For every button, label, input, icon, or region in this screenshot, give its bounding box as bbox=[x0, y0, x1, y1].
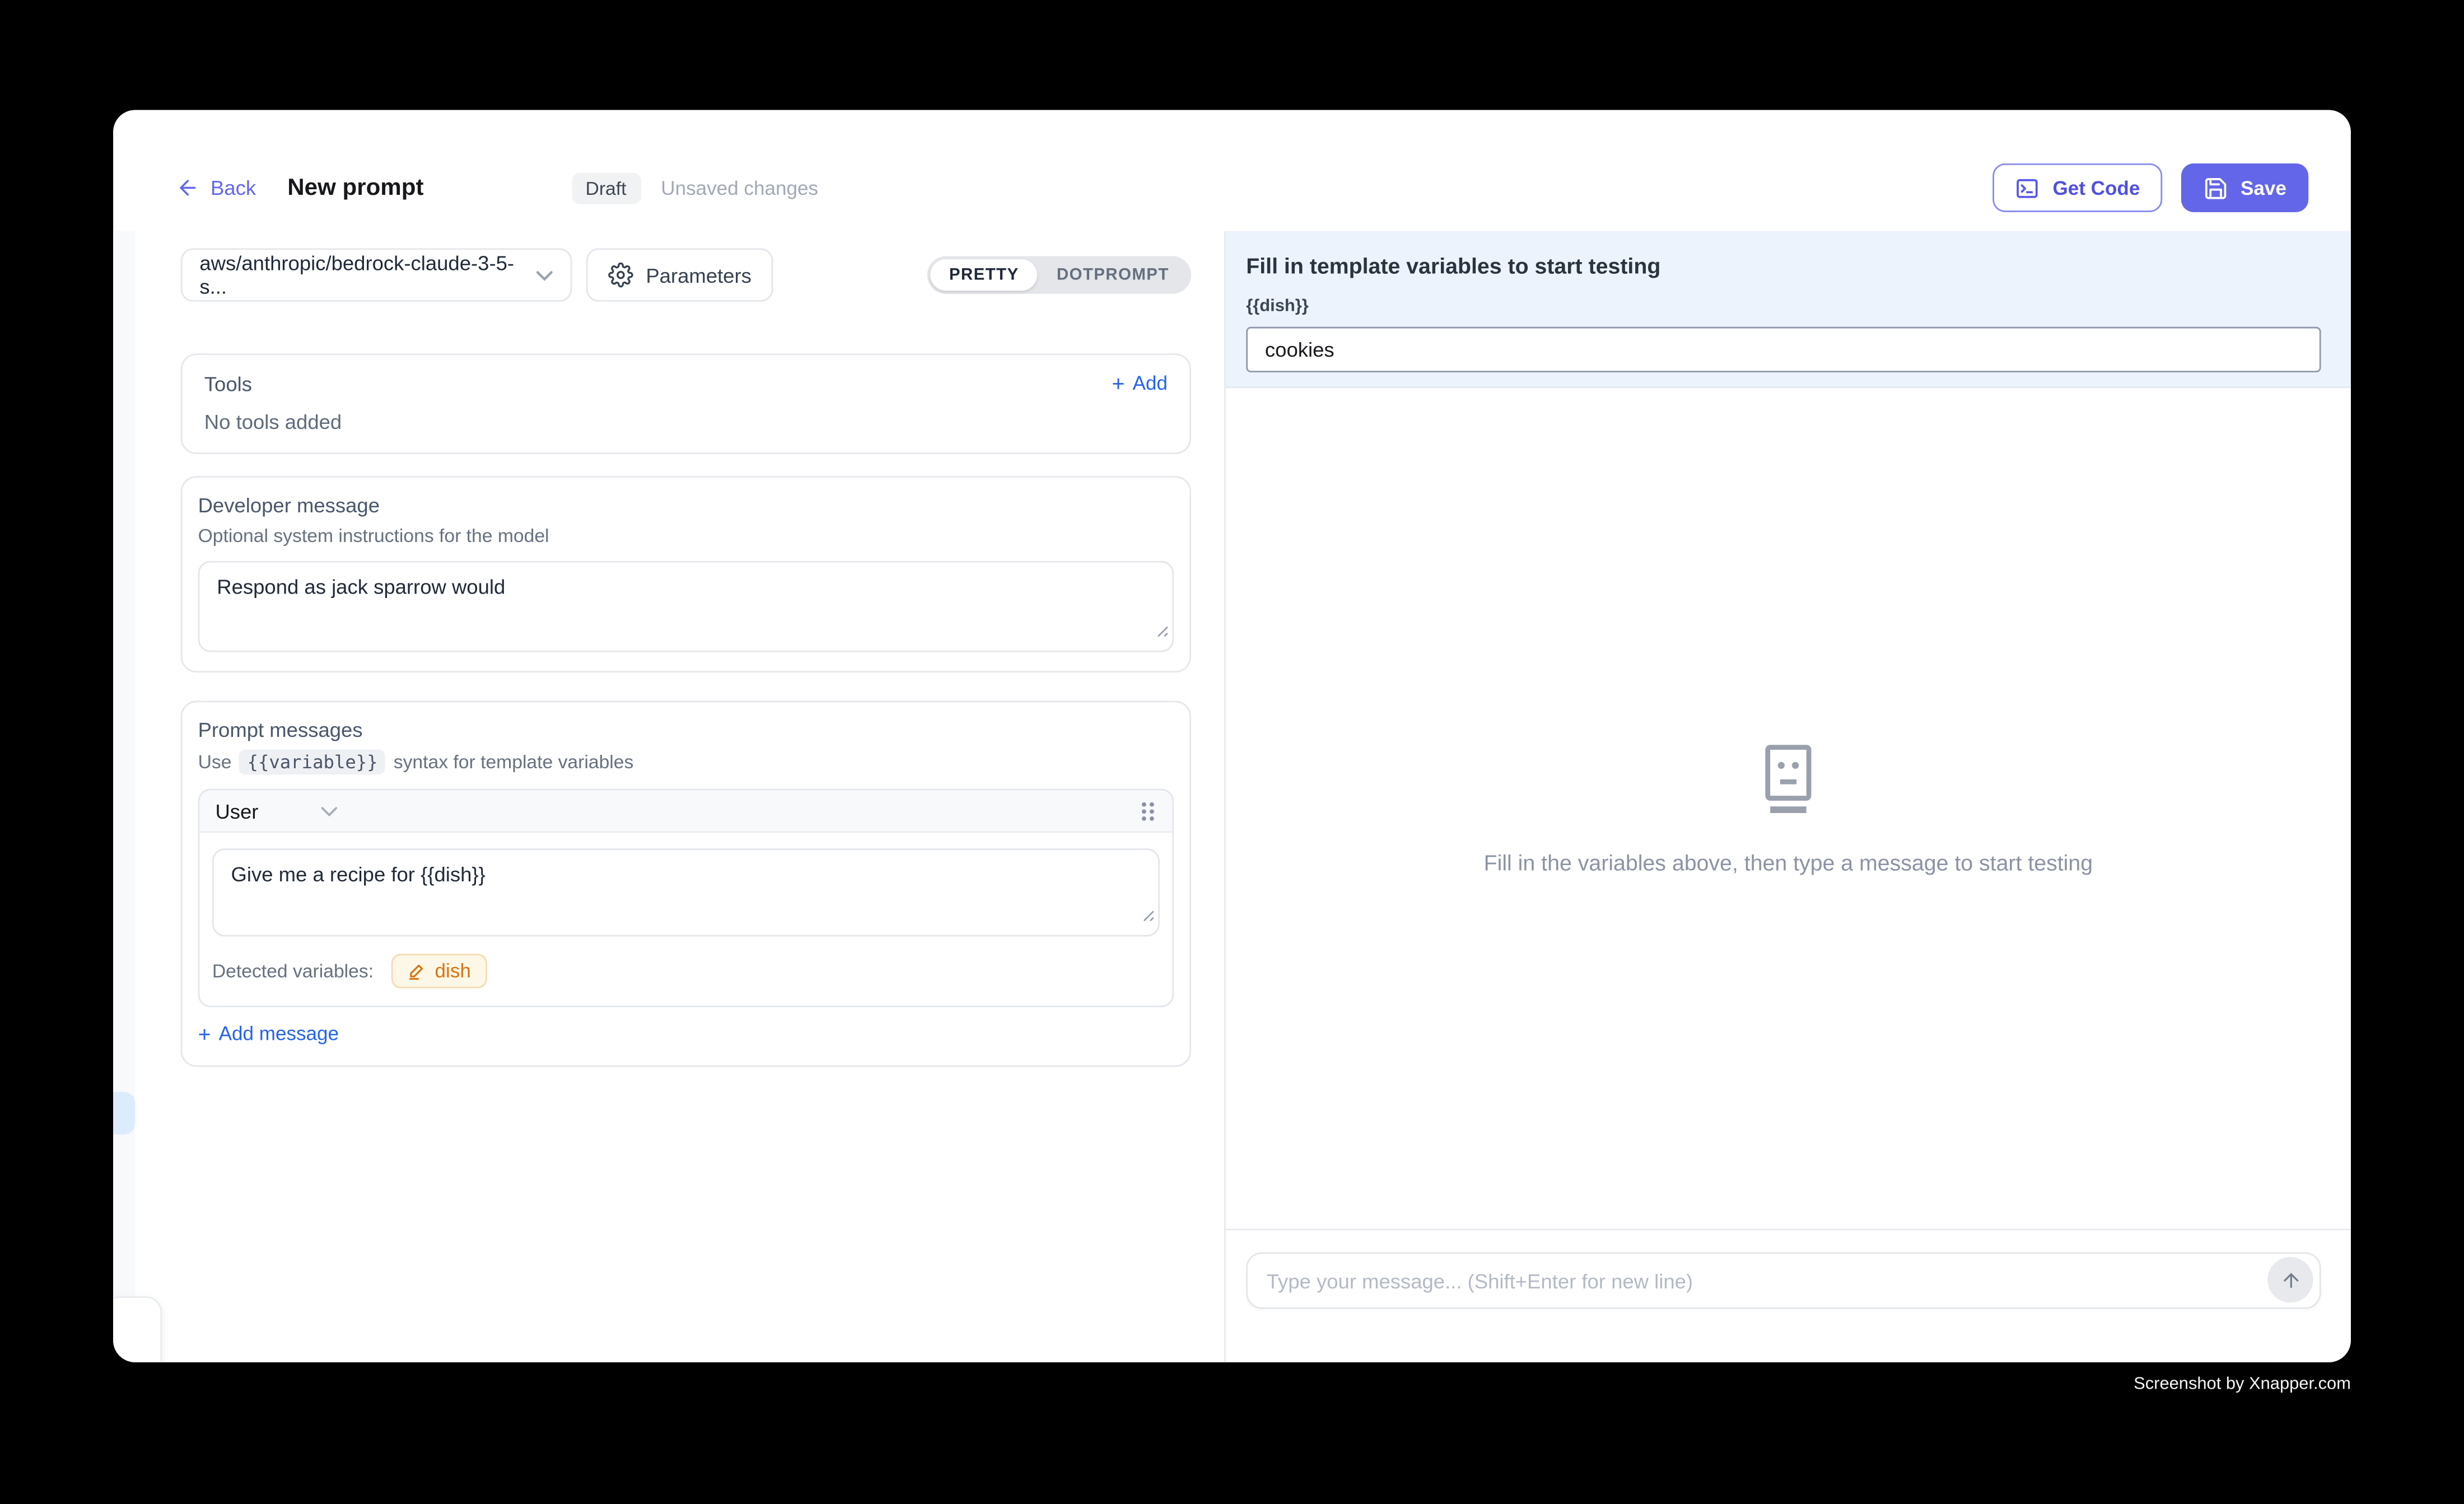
test-panel: Fill in template variables to start test… bbox=[1224, 231, 2351, 1362]
model-select-value: aws/anthropic/bedrock-claude-3-5-s... bbox=[199, 251, 536, 298]
send-button[interactable] bbox=[2267, 1257, 2313, 1302]
tools-card: Tools + Add No tools added bbox=[181, 353, 1191, 454]
save-icon bbox=[2203, 175, 2228, 200]
prompt-messages-title: Prompt messages bbox=[198, 718, 1174, 741]
arrow-left-icon bbox=[176, 176, 199, 199]
header: Back New prompt Draft Unsaved changes Ge… bbox=[113, 110, 2351, 231]
format-toggle: PRETTY DOTPROMPT bbox=[927, 256, 1191, 293]
plus-icon: + bbox=[1112, 371, 1125, 396]
message-block-header: User bbox=[199, 790, 1172, 833]
add-message-label: Add message bbox=[219, 1023, 339, 1045]
template-variables-title: Fill in template variables to start test… bbox=[1246, 253, 2321, 278]
variable-syntax-chip: {{variable}} bbox=[239, 750, 385, 775]
status-badge: Draft bbox=[571, 172, 641, 203]
gear-icon bbox=[608, 263, 633, 288]
toggle-pretty[interactable]: PRETTY bbox=[930, 259, 1038, 291]
message-textarea-wrap: Give me a recipe for {{dish}} bbox=[212, 848, 1160, 936]
detected-variables-label: Detected variables: bbox=[212, 960, 374, 982]
toggle-dotprompt[interactable]: DOTPROMPT bbox=[1038, 259, 1188, 291]
tools-empty-state: No tools added bbox=[204, 410, 1168, 433]
developer-message-textarea[interactable]: Respond as jack sparrow would bbox=[198, 561, 1174, 652]
variable-badge-label: dish bbox=[435, 960, 471, 982]
chevron-down-icon bbox=[321, 805, 339, 816]
save-label: Save bbox=[2241, 177, 2286, 199]
template-variables-section: Fill in template variables to start test… bbox=[1226, 231, 2351, 388]
prompt-editor-panel: aws/anthropic/bedrock-claude-3-5-s... Pa… bbox=[135, 231, 1224, 1362]
add-tool-button[interactable]: + Add bbox=[1112, 371, 1168, 396]
model-select[interactable]: aws/anthropic/bedrock-claude-3-5-s... bbox=[181, 248, 572, 301]
chat-empty-state: Fill in the variables above, then type a… bbox=[1226, 388, 2351, 1229]
developer-message-title: Developer message bbox=[198, 493, 1174, 517]
app-window: Back New prompt Draft Unsaved changes Ge… bbox=[113, 110, 2351, 1362]
parameters-label: Parameters bbox=[646, 263, 752, 287]
back-button[interactable]: Back bbox=[176, 176, 256, 199]
parameters-button[interactable]: Parameters bbox=[586, 248, 773, 301]
template-syntax-hint: Use {{variable}} syntax for template var… bbox=[198, 750, 1174, 775]
robot-face-icon bbox=[1760, 742, 1817, 815]
tools-title: Tools bbox=[204, 372, 252, 395]
terminal-icon bbox=[2015, 175, 2040, 200]
model-toolbar: aws/anthropic/bedrock-claude-3-5-s... Pa… bbox=[181, 248, 1191, 301]
developer-message-subtitle: Optional system instructions for the mod… bbox=[198, 525, 1174, 547]
drag-handle-icon[interactable] bbox=[1139, 799, 1156, 823]
plus-icon: + bbox=[198, 1021, 211, 1047]
role-select[interactable]: User bbox=[215, 799, 338, 823]
variable-badge-dish[interactable]: dish bbox=[391, 954, 487, 988]
save-button[interactable]: Save bbox=[2181, 164, 2308, 212]
prompt-messages-card: Prompt messages Use {{variable}} syntax … bbox=[181, 701, 1191, 1067]
chevron-down-icon bbox=[536, 269, 553, 281]
main-area: aws/anthropic/bedrock-claude-3-5-s... Pa… bbox=[113, 231, 2351, 1362]
chat-message-input[interactable] bbox=[1246, 1252, 2321, 1309]
rail-popover-card bbox=[113, 1296, 162, 1362]
developer-message-textarea-wrap: Respond as jack sparrow would bbox=[198, 561, 1174, 652]
back-label: Back bbox=[211, 176, 256, 199]
message-block-body: Give me a recipe for {{dish}} bbox=[199, 833, 1172, 936]
rail-highlight-chip bbox=[113, 1092, 135, 1134]
add-message-button[interactable]: + Add message bbox=[198, 1021, 1174, 1047]
empty-state-text: Fill in the variables above, then type a… bbox=[1484, 849, 2093, 875]
chat-composer bbox=[1246, 1252, 2321, 1309]
developer-message-card: Developer message Optional system instru… bbox=[181, 476, 1191, 672]
get-code-label: Get Code bbox=[2052, 177, 2140, 199]
arrow-up-icon bbox=[2279, 1269, 2301, 1291]
page-title: New prompt bbox=[287, 174, 423, 201]
pencil-icon bbox=[407, 961, 426, 980]
left-rail bbox=[113, 231, 135, 1362]
role-select-value: User bbox=[215, 799, 258, 823]
screenshot-stage: Back New prompt Draft Unsaved changes Ge… bbox=[0, 0, 2464, 1503]
hint-prefix: Use bbox=[198, 751, 232, 773]
add-tool-label: Add bbox=[1133, 372, 1168, 394]
tools-card-header: Tools + Add bbox=[204, 371, 1168, 396]
message-block: User Give me a recipe for {{ bbox=[198, 789, 1174, 1007]
variable-value-input[interactable] bbox=[1246, 327, 2321, 372]
get-code-button[interactable]: Get Code bbox=[1993, 164, 2162, 212]
chat-composer-footer bbox=[1226, 1229, 2351, 1362]
hint-suffix: syntax for template variables bbox=[394, 751, 634, 773]
watermark: Screenshot by Xnapper.com bbox=[2134, 1375, 2351, 1394]
variable-key-label: {{dish}} bbox=[1246, 297, 2321, 316]
unsaved-changes-note: Unsaved changes bbox=[661, 177, 818, 199]
message-textarea[interactable]: Give me a recipe for {{dish}} bbox=[212, 848, 1160, 936]
detected-variables-row: Detected variables: dish bbox=[199, 936, 1172, 1005]
